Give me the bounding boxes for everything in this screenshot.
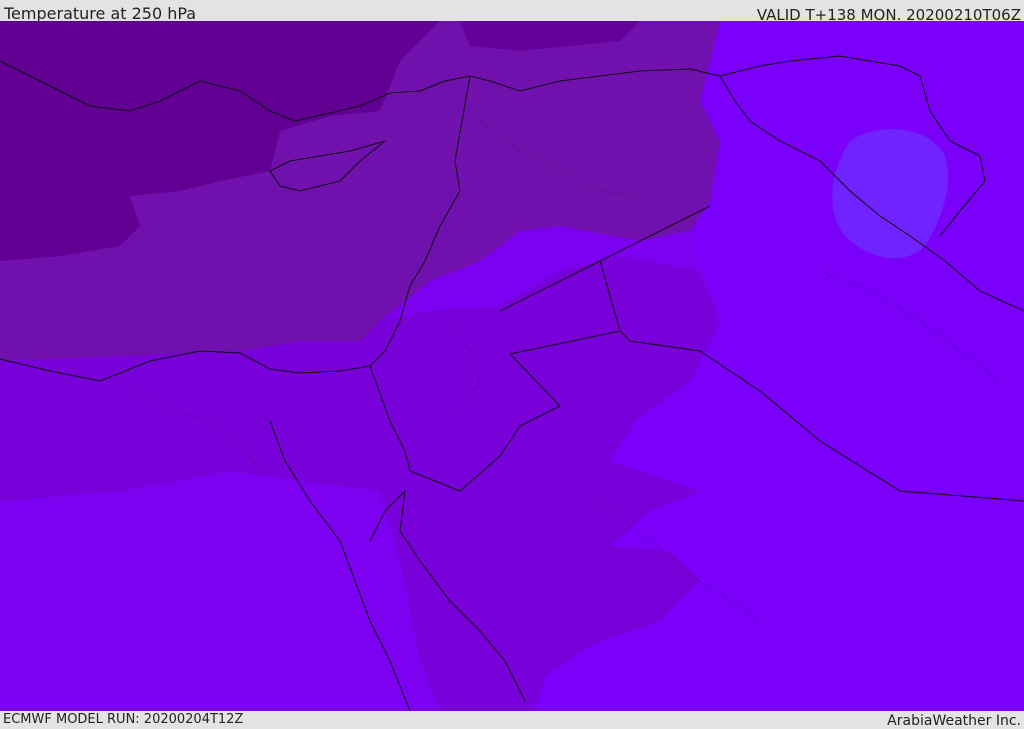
header-bar: Temperature at 250 hPa VALID T+138 MON. … [0,0,1024,24]
model-run: ECMWF MODEL RUN: 20200204T12Z [3,712,244,727]
temperature-map [0,21,1024,711]
credit: ArabiaWeather Inc. [887,713,1021,729]
footer-bar: ECMWF MODEL RUN: 20200204T12Z ArabiaWeat… [0,711,1024,729]
forecast-map-page: Temperature at 250 hPa VALID T+138 MON. … [0,0,1024,729]
